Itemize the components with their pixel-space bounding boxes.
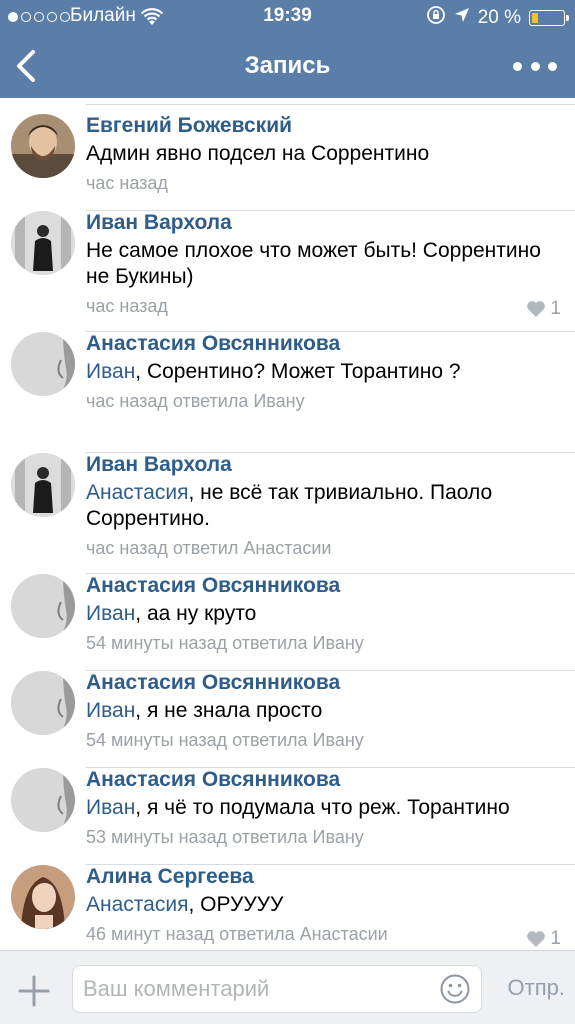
comment-author[interactable]: Анастасия Овсянникова (86, 671, 563, 695)
comment-item[interactable]: Иван Вархола Анастасия, не всё так тривиа… (0, 453, 575, 574)
like-count: 1 (550, 928, 561, 949)
avatar[interactable] (11, 574, 75, 638)
heart-icon (527, 301, 546, 317)
reply-mention-link[interactable]: Иван (86, 360, 135, 383)
comment-message: Админ явно подсел на Соррентино (86, 142, 430, 165)
comment-text: Анастасия, не всё так тривиально. Паоло … (86, 480, 563, 532)
comment-author[interactable]: Анастасия Овсянникова (86, 332, 563, 356)
comment-timestamp: 54 минуты назад ответила Ивану (86, 730, 364, 750)
send-button[interactable]: Отпр. (508, 975, 565, 1001)
avatar[interactable] (11, 865, 75, 929)
like-button[interactable]: 1 (526, 298, 561, 320)
comment-text: Анастасия, ОРУУУУ (86, 892, 563, 918)
comment-author[interactable]: Иван Вархола (86, 453, 563, 477)
comment-author[interactable]: Анастасия Овсянникова (86, 768, 563, 792)
reply-mention-link[interactable]: Иван (86, 699, 135, 722)
comment-timestamp: час назад (86, 173, 168, 193)
comment-item[interactable]: Анастасия Овсянникова Иван, Сорентино? Мо… (0, 332, 575, 453)
avatar[interactable] (11, 114, 75, 178)
app-header: Билайн 19:39 20 % Запись (0, 0, 575, 98)
comment-timestamp: 53 минуты назад ответила Ивану (86, 827, 364, 847)
emoji-button[interactable] (439, 973, 471, 1005)
navigation-bar: Запись (0, 34, 575, 98)
comment-text: Не самое плохое что может быть! Сорренти… (86, 238, 563, 290)
comment-item[interactable]: Анастасия Овсянникова Иван, аа ну круто 54… (0, 574, 575, 671)
comment-timestamp: час назад ответила Ивану (86, 391, 305, 411)
comment-text: Иван, я не знала просто (86, 698, 563, 724)
comment-timestamp: 54 минуты назад ответила Ивану (86, 633, 364, 653)
heart-icon (527, 931, 546, 947)
comment-item[interactable]: Анастасия Овсянникова Иван, я чё то подум… (0, 768, 575, 865)
reply-mention-link[interactable]: Анастасия (86, 893, 188, 916)
reply-mention-link[interactable]: Анастасия (86, 481, 188, 504)
comment-item[interactable]: Алина Сергеева Анастасия, ОРУУУУ 46 минут … (0, 865, 575, 950)
comment-author[interactable]: Иван Вархола (86, 211, 563, 235)
comment-composer: Отпр. (0, 950, 575, 1024)
comment-text: Иван, аа ну круто (86, 601, 563, 627)
battery-icon (529, 10, 569, 26)
comment-message: , аа ну круто (135, 602, 257, 625)
comment-message: , я чё то подумала что реж. Торантино (135, 796, 510, 819)
battery-percent: 20 % (477, 7, 521, 28)
comment-message: Не самое плохое что может быть! Сорренти… (86, 239, 541, 288)
avatar[interactable] (11, 671, 75, 735)
location-arrow-icon (454, 7, 470, 29)
comment-author[interactable]: Алина Сергеева (86, 865, 563, 889)
comment-timestamp: 46 минут назад ответила Анастасии (86, 924, 388, 944)
comment-input-container (72, 965, 482, 1013)
avatar[interactable] (11, 768, 75, 832)
comment-message: , Сорентино? Может Торантино ? (135, 360, 461, 383)
comment-input[interactable] (83, 966, 428, 1012)
comment-text: Админ явно подсел на Соррентино (86, 141, 563, 167)
more-options-button[interactable] (513, 52, 557, 80)
divider (86, 104, 575, 105)
comment-text: Иван, я чё то подумала что реж. Торантин… (86, 795, 563, 821)
like-button[interactable]: 1 (526, 928, 561, 950)
comment-text: Иван, Сорентино? Может Торантино ? (86, 359, 563, 385)
avatar[interactable] (11, 453, 75, 517)
comment-message: , ОРУУУУ (188, 893, 284, 916)
reply-mention-link[interactable]: Иван (86, 796, 135, 819)
avatar[interactable] (11, 211, 75, 275)
comment-timestamp: час назад ответил Анастасии (86, 538, 332, 558)
reply-mention-link[interactable]: Иван (86, 602, 135, 625)
comment-item[interactable]: Анастасия Овсянникова Иван, я не знала пр… (0, 671, 575, 768)
avatar[interactable] (11, 332, 75, 396)
comment-item[interactable]: Евгений Божевский Админ явно подсел на Со… (0, 114, 575, 211)
status-bar: Билайн 19:39 20 % (0, 0, 575, 34)
plus-icon (18, 975, 50, 1007)
comment-list[interactable]: Евгений Божевский Админ явно подсел на Со… (0, 98, 575, 950)
smiley-icon (440, 974, 470, 1004)
comment-item[interactable]: Иван Вархола Не самое плохое что может бы… (0, 211, 575, 332)
like-count: 1 (550, 298, 561, 319)
comment-message: , я не знала просто (135, 699, 323, 722)
orientation-lock-icon (426, 5, 446, 31)
comment-timestamp: час назад (86, 296, 168, 316)
page-title: Запись (244, 52, 331, 79)
comment-author[interactable]: Анастасия Овсянникова (86, 574, 563, 598)
comment-author[interactable]: Евгений Божевский (86, 114, 563, 138)
attach-button[interactable] (16, 973, 52, 1009)
